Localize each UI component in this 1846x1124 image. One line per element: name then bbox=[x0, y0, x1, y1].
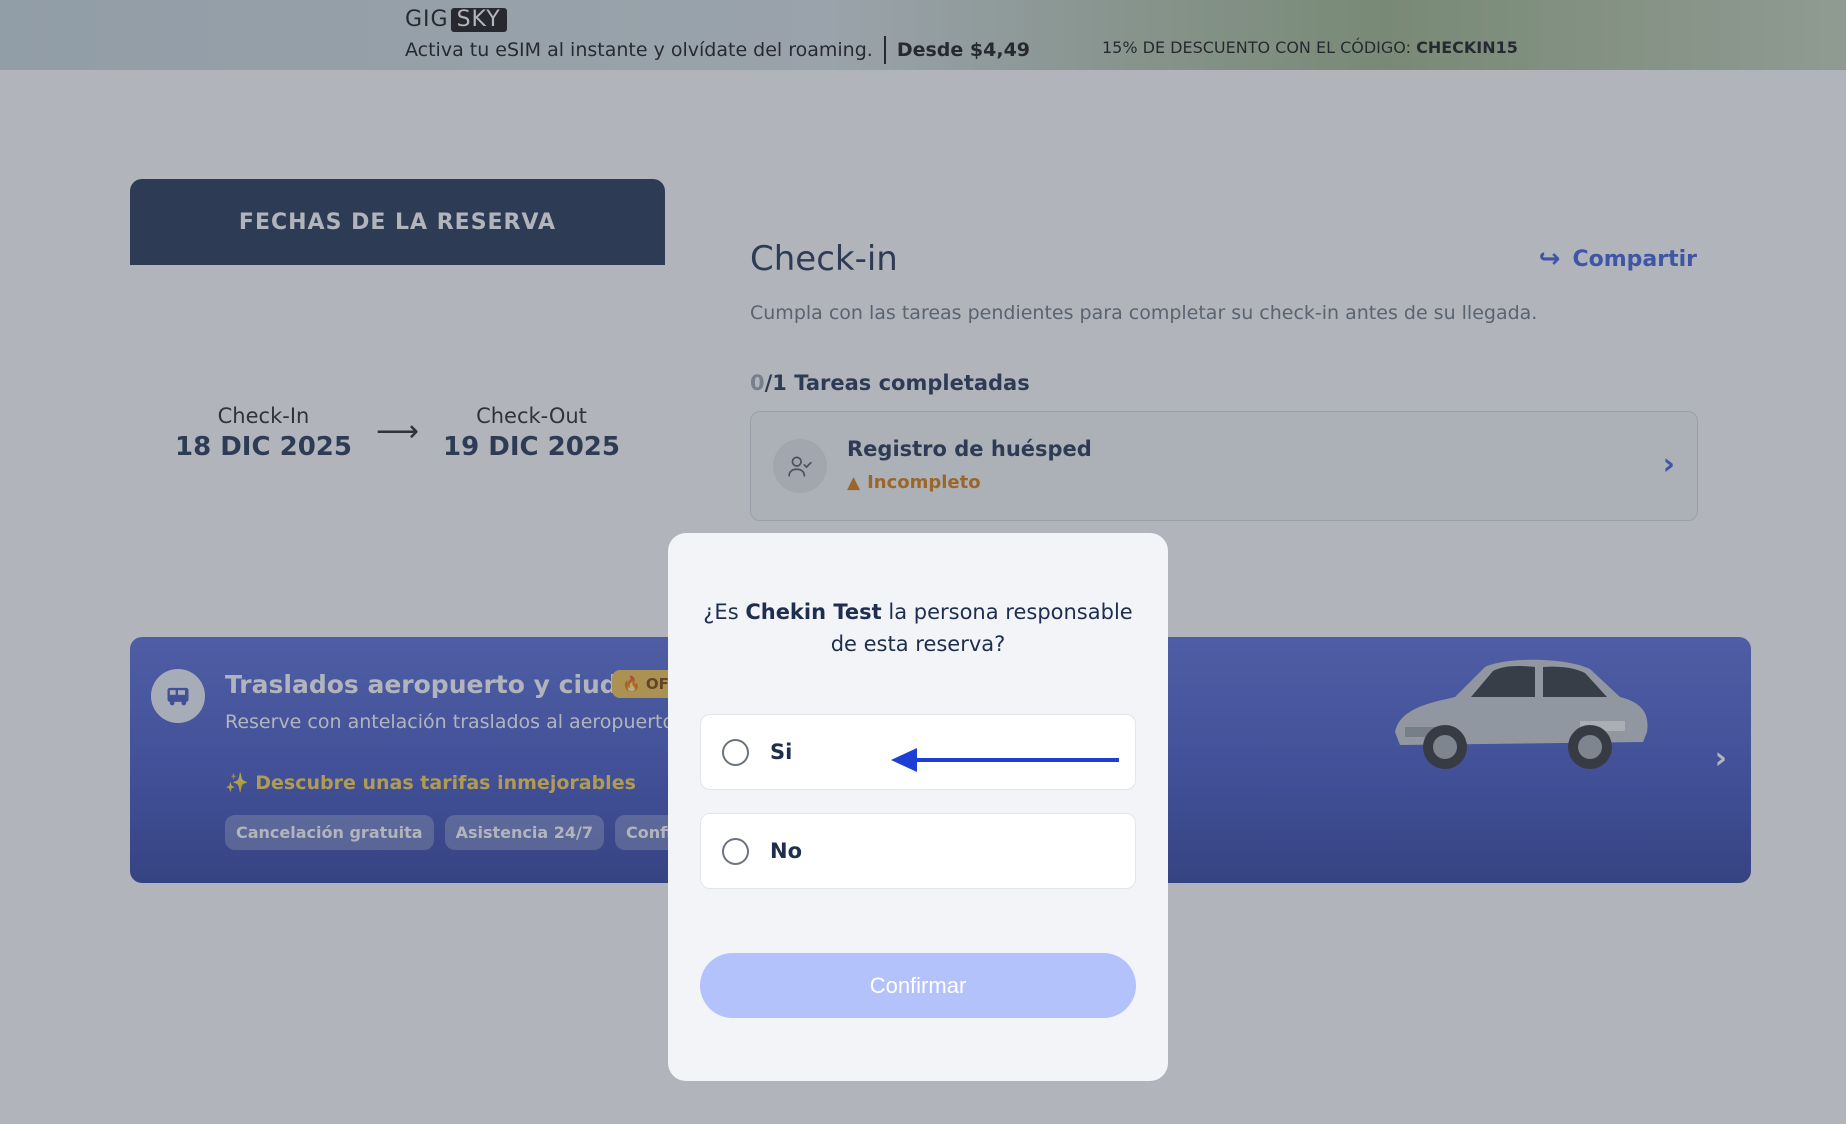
option-si-label: Si bbox=[770, 740, 793, 764]
radio-si[interactable] bbox=[722, 738, 749, 766]
question-guest-name: Chekin Test bbox=[745, 600, 882, 624]
arrow-left-icon bbox=[891, 748, 1119, 772]
option-no[interactable]: No bbox=[700, 813, 1136, 889]
confirm-button[interactable]: Confirmar bbox=[700, 953, 1136, 1018]
option-no-label: No bbox=[770, 839, 803, 863]
responsible-person-modal: ¿Es Chekin Test la persona responsable d… bbox=[668, 533, 1168, 1081]
modal-question: ¿Es Chekin Test la persona responsable d… bbox=[698, 596, 1138, 660]
radio-no[interactable] bbox=[722, 837, 749, 865]
question-prefix: ¿Es bbox=[703, 600, 739, 624]
option-si[interactable]: Si bbox=[700, 714, 1136, 790]
